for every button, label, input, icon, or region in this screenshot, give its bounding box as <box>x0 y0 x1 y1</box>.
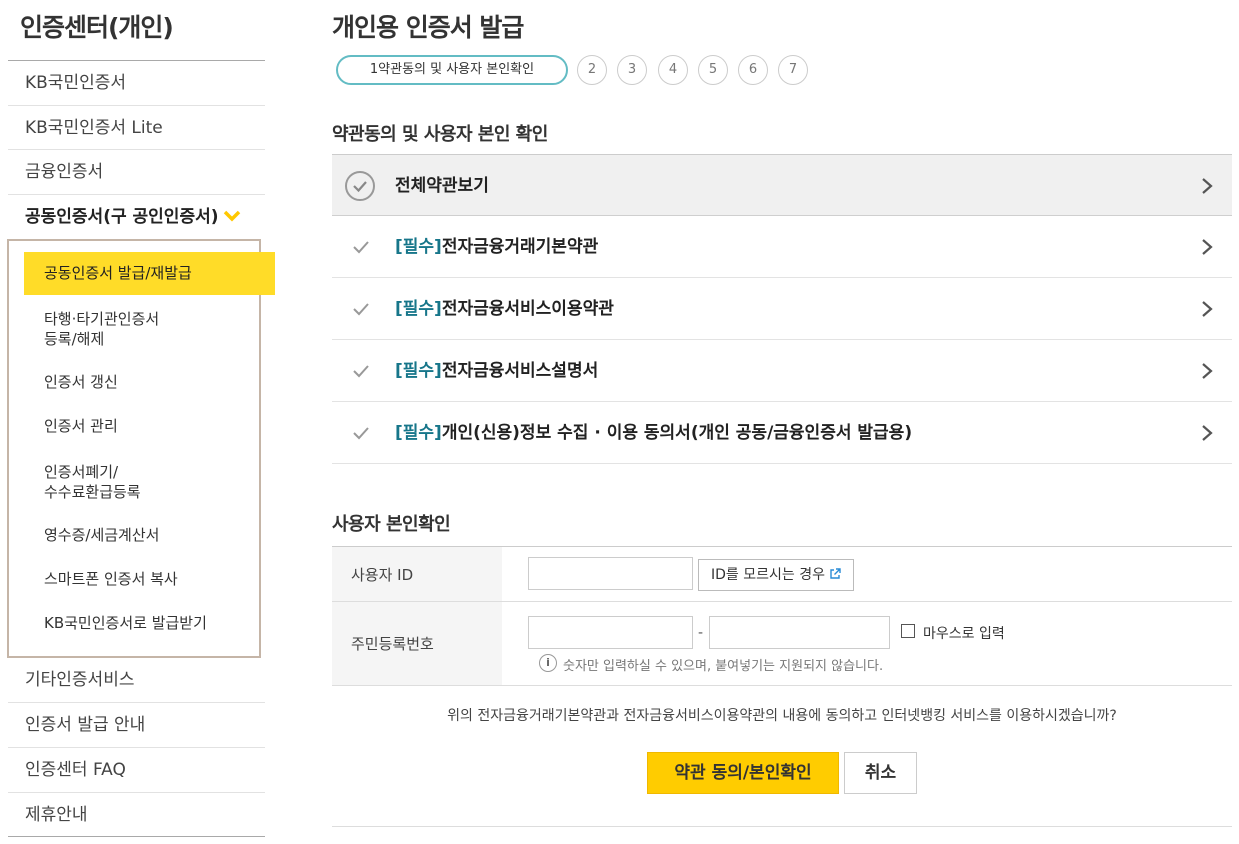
sidebar-item-partnership[interactable]: 제휴안내 <box>8 792 265 836</box>
sidebar-item-joint-cert[interactable]: 공동인증서(구 공인인증서) <box>8 194 265 238</box>
sidebar-item-other-services[interactable]: 기타인증서비스 <box>8 658 265 702</box>
term-title: 전자금융서비스이용약관 <box>441 299 614 319</box>
terms-section-title: 약관동의 및 사용자 본인 확인 <box>332 124 548 145</box>
submenu-item-label: 공동인증서 발급/재발급 <box>44 264 192 282</box>
submenu-item-label-line1: 타행·타기관인증서 <box>44 310 160 328</box>
step-2: 2 <box>577 55 607 85</box>
sidebar-item-financial-cert[interactable]: 금융인증서 <box>8 149 265 193</box>
check-circle-icon[interactable] <box>345 171 375 201</box>
sidebar: 인증센터(개인) KB국민인증서 KB국민인증서 Lite 금융인증서 공동인증… <box>0 0 275 844</box>
step-3: 3 <box>617 55 647 85</box>
cancel-button[interactable]: 취소 <box>844 752 917 794</box>
submenu-item-kb-issue[interactable]: KB국민인증서로 발급받기 <box>44 613 207 633</box>
user-id-input[interactable] <box>528 557 693 590</box>
submenu-item-issue[interactable]: 공동인증서 발급/재발급 <box>24 252 275 295</box>
bottom-divider <box>332 826 1232 827</box>
terms-list: 전체약관보기 [필수]전자금융거래기본약관 [필수]전자금융서비스이용약관 [필… <box>332 154 1232 464</box>
step-1-active: 1약관동의 및 사용자 본인확인 <box>336 55 568 85</box>
agree-button[interactable]: 약관 동의/본인확인 <box>647 752 839 794</box>
submenu-panel <box>7 239 261 658</box>
rrn-first-input[interactable] <box>528 616 693 649</box>
required-tag: [필수] <box>395 299 442 319</box>
chevron-right-icon <box>1202 178 1213 194</box>
terms-all-label: 전체약관보기 <box>395 176 489 196</box>
chevron-right-icon <box>1202 239 1213 255</box>
submenu-item-label: 영수증/세금계산서 <box>44 526 160 544</box>
term-title: 전자금융서비스설명서 <box>441 361 599 381</box>
mouse-input-label: 마우스로 입력 <box>923 626 1005 642</box>
user-id-row: 사용자 ID ID를 모르시는 경우 <box>332 547 1232 602</box>
term-row-service[interactable]: [필수]전자금융서비스이용약관 <box>332 278 1232 340</box>
step-6: 6 <box>738 55 768 85</box>
sidebar-item-label: 인증센터 FAQ <box>25 760 126 780</box>
required-tag: [필수] <box>395 237 442 257</box>
chevron-down-icon <box>223 195 241 239</box>
main-content: 개인용 인증서 발급 1약관동의 및 사용자 본인확인 2 3 4 5 6 7 … <box>332 0 1232 844</box>
submenu-item-label-line1: 인증서폐기/ <box>44 463 119 481</box>
sidebar-item-label: KB국민인증서 <box>25 73 127 93</box>
term-label: [필수]개인(신용)정보 수집 · 이용 동의서(개인 공동/금융인증서 발급용… <box>395 402 912 464</box>
submenu-item-label: 인증서 갱신 <box>44 373 118 391</box>
submenu-item-label: KB국민인증서로 발급받기 <box>44 614 207 632</box>
submenu-item-label: 인증서 관리 <box>44 417 118 435</box>
step-7: 7 <box>778 55 808 85</box>
chevron-right-icon <box>1202 425 1213 441</box>
submenu-item-label: 스마트폰 인증서 복사 <box>44 570 178 588</box>
term-row-privacy[interactable]: [필수]개인(신용)정보 수집 · 이용 동의서(개인 공동/금융인증서 발급용… <box>332 402 1232 464</box>
term-label: [필수]전자금융서비스이용약관 <box>395 278 614 340</box>
sidebar-item-label: 제휴안내 <box>25 805 88 825</box>
chevron-right-icon <box>1202 363 1213 379</box>
sidebar-item-kb-cert[interactable]: KB국민인증서 <box>8 60 265 104</box>
submenu-item-smartphone-copy[interactable]: 스마트폰 인증서 복사 <box>44 569 178 589</box>
term-title: 개인(신용)정보 수집 · 이용 동의서(개인 공동/금융인증서 발급용) <box>441 423 913 443</box>
step-5: 5 <box>698 55 728 85</box>
rrn-second-input[interactable] <box>709 616 890 649</box>
step-4: 4 <box>658 55 688 85</box>
sidebar-item-issue-guide[interactable]: 인증서 발급 안내 <box>8 702 265 746</box>
required-tag: [필수] <box>395 361 442 381</box>
user-id-label: 사용자 ID <box>332 547 502 601</box>
rrn-note: 숫자만 입력하실 수 있으며, 붙여넣기는 지원되지 않습니다. <box>563 659 884 674</box>
term-title: 전자금융거래기본약관 <box>441 237 599 257</box>
forgot-id-button[interactable]: ID를 모르시는 경우 <box>698 559 855 591</box>
check-icon[interactable] <box>352 424 370 442</box>
check-icon[interactable] <box>352 362 370 380</box>
sidebar-item-label: KB국민인증서 Lite <box>25 118 163 138</box>
submenu-item-revoke[interactable]: 인증서폐기/ 수수료환급등록 <box>44 462 141 502</box>
term-label: [필수]전자금융거래기본약관 <box>395 216 598 278</box>
submenu-item-renew[interactable]: 인증서 갱신 <box>44 372 118 392</box>
sidebar-item-label: 금융인증서 <box>25 162 104 182</box>
rrn-label: 주민등록번호 <box>332 602 502 685</box>
term-label: [필수]전자금융서비스설명서 <box>395 340 598 402</box>
sidebar-item-kb-cert-lite[interactable]: KB국민인증서 Lite <box>8 105 265 149</box>
submenu-item-label-line2: 수수료환급등록 <box>44 483 141 501</box>
rrn-separator: - <box>698 625 704 641</box>
submenu-item-manage[interactable]: 인증서 관리 <box>44 416 118 436</box>
required-tag: [필수] <box>395 423 442 443</box>
sidebar-item-label: 인증서 발급 안내 <box>25 715 146 735</box>
submenu-item-other-bank-register[interactable]: 타행·타기관인증서 등록/해제 <box>44 309 159 349</box>
user-verification-form: 사용자 ID ID를 모르시는 경우 주민등록번호 - 마우스로 입력 i 숫자… <box>332 546 1232 686</box>
terms-all-row[interactable]: 전체약관보기 <box>332 154 1232 216</box>
confirm-question: 위의 전자금융거래기본약관과 전자금융서비스이용약관의 내용에 동의하고 인터넷… <box>447 708 1117 724</box>
submenu-item-receipt[interactable]: 영수증/세금계산서 <box>44 525 159 545</box>
forgot-id-label: ID를 모르시는 경우 <box>711 567 825 583</box>
term-row-transaction[interactable]: [필수]전자금융거래기본약관 <box>332 216 1232 278</box>
check-icon[interactable] <box>352 238 370 256</box>
user-section-title: 사용자 본인확인 <box>332 514 451 535</box>
sidebar-item-label: 기타인증서비스 <box>25 670 135 690</box>
info-icon: i <box>539 654 557 672</box>
chevron-right-icon <box>1202 301 1213 317</box>
sidebar-title: 인증센터(개인) <box>20 13 174 42</box>
sidebar-divider <box>8 836 265 837</box>
term-row-description[interactable]: [필수]전자금융서비스설명서 <box>332 340 1232 402</box>
sidebar-item-faq[interactable]: 인증센터 FAQ <box>8 747 265 791</box>
page-title: 개인용 인증서 발급 <box>332 13 524 42</box>
submenu-item-label-line2: 등록/해제 <box>44 330 105 348</box>
check-icon[interactable] <box>352 300 370 318</box>
external-link-icon <box>830 568 842 579</box>
sidebar-item-label: 공동인증서(구 공인인증서) <box>25 207 219 227</box>
rrn-row: 주민등록번호 - 마우스로 입력 i 숫자만 입력하실 수 있으며, 붙여넣기는… <box>332 602 1232 686</box>
mouse-input-checkbox[interactable] <box>901 624 915 638</box>
